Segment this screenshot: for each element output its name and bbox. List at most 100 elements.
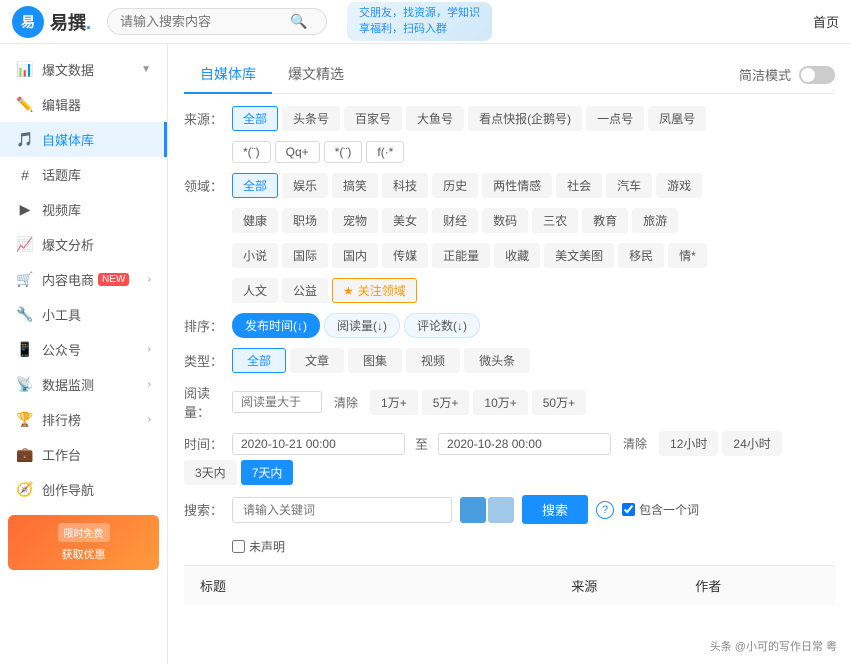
domain-renwen[interactable]: 人文 (232, 278, 278, 303)
time-12h[interactable]: 12小时 (659, 431, 718, 456)
read-50w[interactable]: 50万+ (532, 390, 586, 415)
domain-guoji[interactable]: 国际 (282, 243, 328, 268)
time-3d[interactable]: 3天内 (184, 460, 237, 485)
domain-keji[interactable]: 科技 (382, 173, 428, 198)
tab-baowen[interactable]: 爆文精选 (272, 56, 360, 94)
include-checkbox[interactable] (622, 503, 635, 516)
header-search-icon: 🔍 (290, 13, 307, 30)
ranking-icon: 🏆 (16, 411, 34, 429)
domain-yimin[interactable]: 移民 (618, 243, 664, 268)
time-end-input[interactable] (438, 433, 611, 455)
not-stated-checkbox[interactable] (232, 540, 245, 553)
sidebar-item-public[interactable]: 📱 公众号 › (0, 332, 167, 367)
domain-chuanmei[interactable]: 传媒 (382, 243, 428, 268)
source-wx2[interactable]: *(¨) (324, 141, 363, 163)
domain-qing[interactable]: 情* (668, 243, 707, 268)
source-all[interactable]: 全部 (232, 106, 278, 131)
sort-comment[interactable]: 评论数(↓) (404, 313, 480, 338)
sidebar-item-topic[interactable]: # 话题库 (0, 157, 167, 192)
simple-mode-switch[interactable] (799, 66, 835, 84)
source-dayu[interactable]: 大鱼号 (406, 106, 464, 131)
read-5w[interactable]: 5万+ (422, 390, 470, 415)
domain-meiwen[interactable]: 美文美图 (544, 243, 614, 268)
domain-xiaoshuo[interactable]: 小说 (232, 243, 278, 268)
sidebar-item-zimeiti[interactable]: 🎵 自媒体库 (0, 122, 167, 157)
domain-all[interactable]: 全部 (232, 173, 278, 198)
time-clear-btn[interactable]: 清除 (615, 432, 655, 455)
tools-icon: 🔧 (16, 306, 34, 324)
sidebar-item-workspace[interactable]: 💼 工作台 (0, 437, 167, 472)
domain-guonei[interactable]: 国内 (332, 243, 378, 268)
sidebar-item-ecommerce[interactable]: 🛒 内容电商 NEW › (0, 262, 167, 297)
domain-lvyou[interactable]: 旅游 (632, 208, 678, 233)
sidebar-item-tools[interactable]: 🔧 小工具 (0, 297, 167, 332)
header-search-input[interactable] (120, 14, 290, 29)
type-video[interactable]: 视频 (406, 348, 460, 373)
sidebar-item-baowen[interactable]: 📊 爆文数据 ▼ (0, 52, 167, 87)
sidebar-item-ranking[interactable]: 🏆 排行榜 › (0, 402, 167, 437)
source-baijia[interactable]: 百家号 (344, 106, 402, 131)
sidebar-item-video[interactable]: ▶ 视频库 (0, 192, 167, 227)
read-1w[interactable]: 1万+ (370, 390, 418, 415)
domain-youxi[interactable]: 游戏 (656, 173, 702, 198)
header-search-bar[interactable]: 🔍 (107, 8, 327, 35)
source-wx3[interactable]: f(·* (366, 141, 404, 163)
time-24h[interactable]: 24小时 (722, 431, 781, 456)
domain-shoucang[interactable]: 收藏 (494, 243, 540, 268)
sort-time[interactable]: 发布时间(↓) (232, 313, 320, 338)
domain-jiankang[interactable]: 健康 (232, 208, 278, 233)
sidebar-item-editor[interactable]: ✏️ 编辑器 (0, 87, 167, 122)
include-checkbox-area: 包含一个词 (622, 501, 699, 518)
domain-shehui[interactable]: 社会 (556, 173, 602, 198)
domain-zhichang[interactable]: 职场 (282, 208, 328, 233)
sidebar-item-analysis[interactable]: 📈 爆文分析 (0, 227, 167, 262)
domain-qiche[interactable]: 汽车 (606, 173, 652, 198)
domain-zhengneng[interactable]: 正能量 (432, 243, 490, 268)
help-icon[interactable]: ? (596, 501, 614, 519)
domain-shuma[interactable]: 数码 (482, 208, 528, 233)
content-inner: 自媒体库 爆文精选 简洁模式 来源： 全部 头条号 百家号 大鱼号 看点快报(企… (168, 44, 851, 664)
table-header: 标题 来源 作者 (184, 565, 835, 605)
time-start-input[interactable] (232, 433, 405, 455)
domain-caijing[interactable]: 财经 (432, 208, 478, 233)
domain-gongyi[interactable]: 公益 (282, 278, 328, 303)
domain-chongwu[interactable]: 宠物 (332, 208, 378, 233)
header-home-link[interactable]: 首页 (813, 12, 839, 31)
source-kandian[interactable]: 看点快报(企鹅号) (468, 106, 582, 131)
header: 易 易撰. 🔍 交朋友，找资源，学知识 享福利，扫码入群 首页 (0, 0, 851, 44)
domain-jiaoyu[interactable]: 教育 (582, 208, 628, 233)
type-photo[interactable]: 图集 (348, 348, 402, 373)
keyword-input[interactable] (232, 497, 452, 523)
source-qq[interactable]: Qq+ (275, 141, 320, 163)
not-stated-label: 未声明 (249, 538, 285, 555)
domain-sannong[interactable]: 三农 (532, 208, 578, 233)
source-wx1[interactable]: *(¨) (232, 141, 271, 163)
source-fenghuang[interactable]: 凤凰号 (648, 106, 706, 131)
tab-zimeiti[interactable]: 自媒体库 (184, 56, 272, 94)
domain-gaoxiao[interactable]: 搞笑 (332, 173, 378, 198)
monitor-arrow: › (148, 379, 151, 390)
read-clear-btn[interactable]: 清除 (326, 391, 366, 414)
domain-yule[interactable]: 娱乐 (282, 173, 328, 198)
read-10w[interactable]: 10万+ (473, 390, 527, 415)
sidebar-item-monitor[interactable]: 📡 数据监测 › (0, 367, 167, 402)
editor-icon: ✏️ (16, 96, 34, 114)
domain-qinggan[interactable]: 两性情感 (482, 173, 552, 198)
source-toutiao[interactable]: 头条号 (282, 106, 340, 131)
time-7d[interactable]: 7天内 (241, 460, 294, 485)
source-yidian[interactable]: 一点号 (586, 106, 644, 131)
color-box-lightblue[interactable] (488, 497, 514, 523)
type-article[interactable]: 文章 (290, 348, 344, 373)
color-box-blue[interactable] (460, 497, 486, 523)
type-micro[interactable]: 微头条 (464, 348, 530, 373)
domain-meinv[interactable]: 美女 (382, 208, 428, 233)
search-submit-btn[interactable]: 搜索 (522, 495, 588, 524)
domain-follow[interactable]: ★ 关注领域 (332, 278, 417, 303)
simple-mode-label: 简洁模式 (739, 65, 791, 84)
domain-lishi[interactable]: 历史 (432, 173, 478, 198)
type-all[interactable]: 全部 (232, 348, 286, 373)
sidebar-promo[interactable]: 限时免费 获取优惠 (8, 515, 159, 570)
sidebar-item-guide[interactable]: 🧭 创作导航 (0, 472, 167, 507)
sort-read[interactable]: 阅读量(↓) (324, 313, 400, 338)
read-input[interactable] (232, 391, 322, 413)
